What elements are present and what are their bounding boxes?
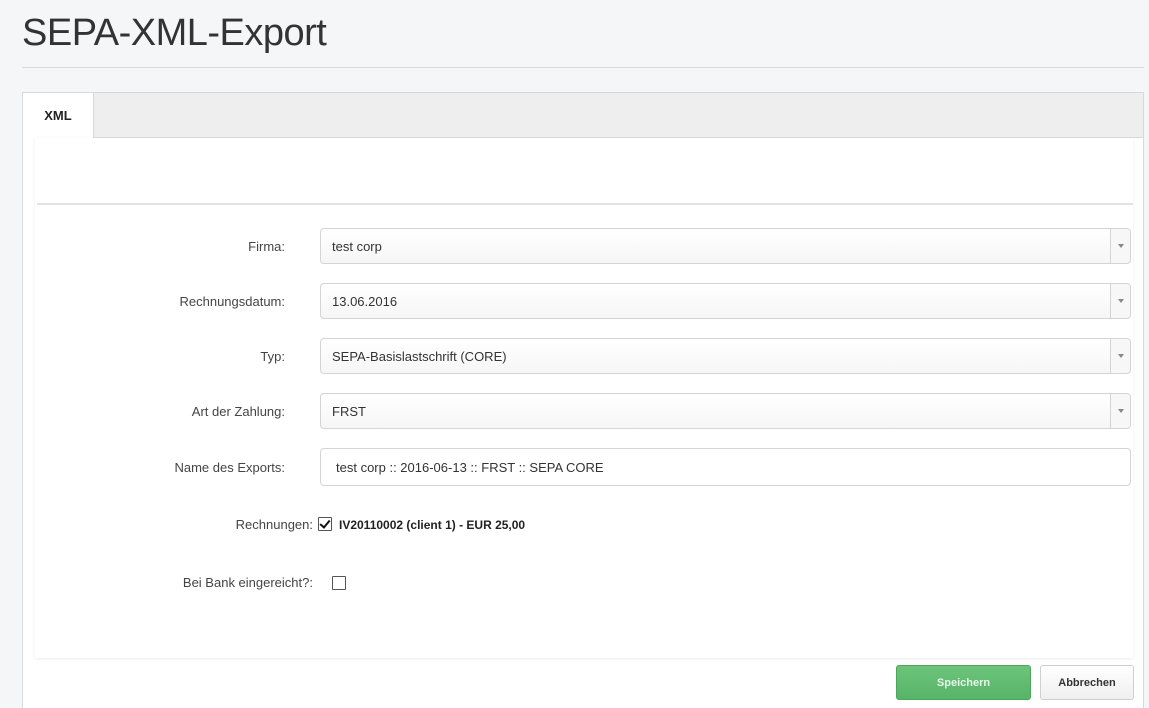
rechnungen-label: Rechnungen:: [235, 517, 313, 532]
rechnungsdatum-select[interactable]: 13.06.2016: [320, 283, 1131, 319]
firma-select[interactable]: test corp: [320, 228, 1131, 264]
typ-value: SEPA-Basislastschrift (CORE): [332, 349, 507, 364]
chevron-down-icon[interactable]: [1110, 229, 1130, 263]
export-panel: XML Firma: test corp Rechnungsdatum: 13.…: [22, 92, 1144, 708]
page-title: SEPA-XML-Export: [22, 12, 327, 54]
tab-bar: XML: [23, 93, 1143, 139]
rechnungsdatum-value: 13.06.2016: [332, 294, 398, 309]
title-divider: [22, 67, 1144, 68]
firma-value: test corp: [332, 239, 382, 254]
cancel-button[interactable]: Abbrechen: [1040, 665, 1134, 700]
art-der-zahlung-value: FRST: [332, 404, 366, 419]
chevron-down-icon[interactable]: [1110, 284, 1130, 318]
name-des-exports-label: Name des Exports:: [174, 460, 285, 475]
bei-bank-checkbox[interactable]: [332, 576, 346, 590]
invoice-item-label: IV20110002 (client 1) - EUR 25,00: [339, 518, 526, 532]
tab-content-xml: Firma: test corp Rechnungsdatum: 13.06.2…: [35, 138, 1133, 658]
invoice-checkbox[interactable]: [318, 517, 332, 531]
name-des-exports-input[interactable]: [320, 448, 1131, 486]
section-divider: [37, 203, 1133, 205]
chevron-down-icon[interactable]: [1110, 339, 1130, 373]
typ-label: Typ:: [260, 349, 285, 364]
chevron-down-icon[interactable]: [1110, 394, 1130, 428]
firma-label: Firma:: [248, 239, 285, 254]
tab-xml[interactable]: XML: [23, 93, 94, 139]
typ-select[interactable]: SEPA-Basislastschrift (CORE): [320, 338, 1131, 374]
art-der-zahlung-label: Art der Zahlung:: [191, 404, 285, 419]
art-der-zahlung-select[interactable]: FRST: [320, 393, 1131, 429]
save-button[interactable]: Speichern: [896, 665, 1031, 700]
rechnungsdatum-label: Rechnungsdatum:: [179, 294, 285, 309]
bei-bank-label: Bei Bank eingereicht?:: [182, 575, 313, 590]
